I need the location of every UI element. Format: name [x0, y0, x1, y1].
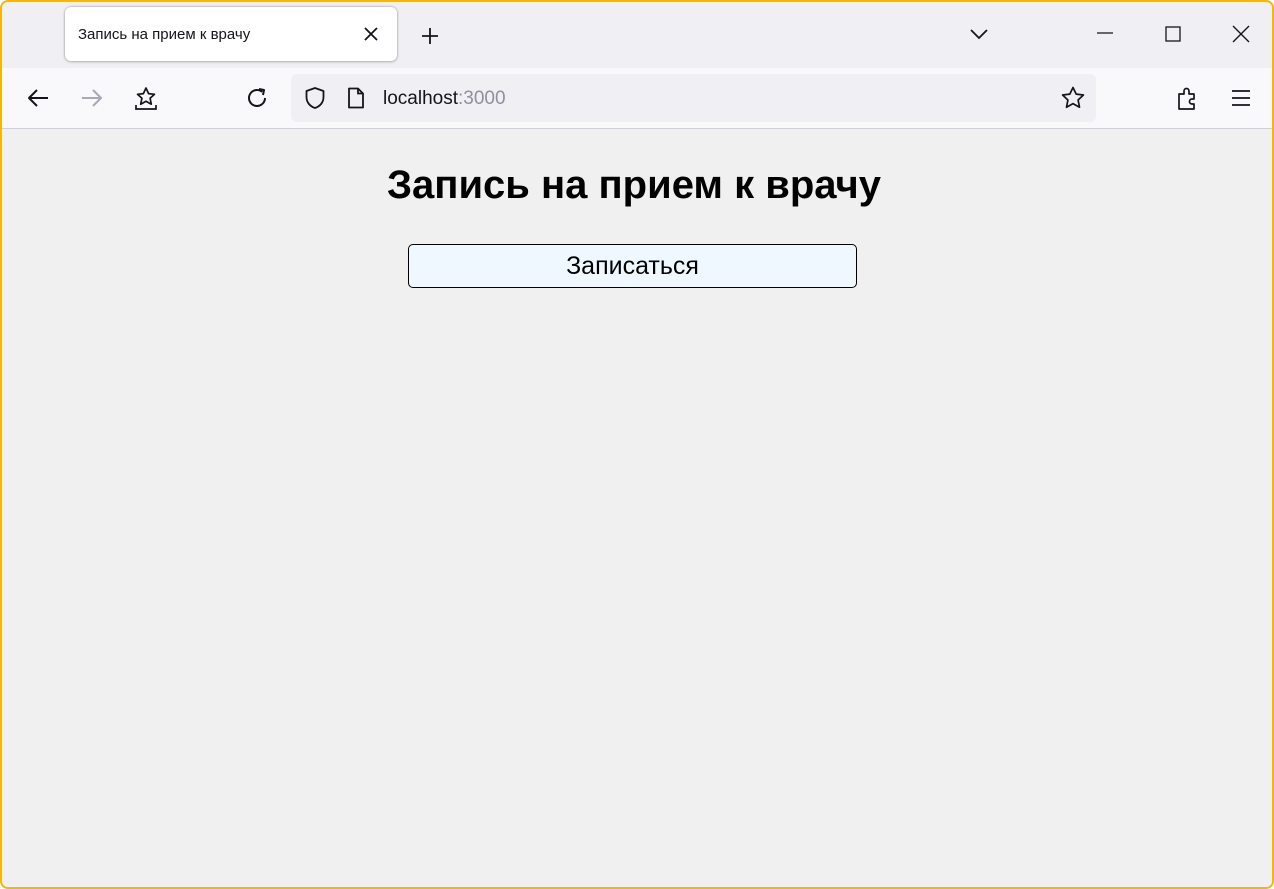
page-content: Запись на прием к врачу Записаться — [2, 129, 1272, 887]
minimize-icon[interactable] — [1096, 24, 1114, 42]
tab-strip: Запись на прием к врачу — [2, 2, 1272, 68]
page-icon[interactable] — [346, 87, 366, 109]
navigation-toolbar: localhost:3000 — [2, 68, 1272, 129]
plus-icon[interactable] — [419, 25, 441, 47]
url-port: :3000 — [458, 88, 506, 109]
import-bookmark-icon[interactable] — [134, 85, 158, 111]
forward-arrow-icon — [82, 89, 102, 107]
extensions-icon[interactable] — [1175, 86, 1199, 112]
signup-button[interactable]: Записаться — [408, 244, 857, 288]
shield-icon[interactable] — [304, 86, 326, 110]
close-icon[interactable] — [1232, 25, 1250, 43]
chevron-down-icon[interactable] — [968, 26, 990, 42]
close-icon[interactable] — [361, 24, 381, 44]
star-icon[interactable] — [1060, 86, 1086, 110]
address-bar[interactable]: localhost:3000 — [291, 74, 1096, 122]
url-host: localhost — [383, 88, 458, 109]
maximize-icon[interactable] — [1165, 26, 1181, 42]
back-arrow-icon[interactable] — [26, 87, 50, 109]
menu-icon[interactable] — [1230, 89, 1252, 107]
tab-title: Запись на прием к врачу — [78, 26, 251, 43]
reload-icon[interactable] — [245, 86, 269, 110]
url-text[interactable]: localhost:3000 — [383, 88, 506, 110]
page-title: Запись на прием к врачу — [386, 163, 881, 207]
browser-window: Запись на прием к врачу localhost:3000 З… — [0, 0, 1274, 889]
tab-active[interactable]: Запись на прием к врачу — [65, 7, 397, 61]
